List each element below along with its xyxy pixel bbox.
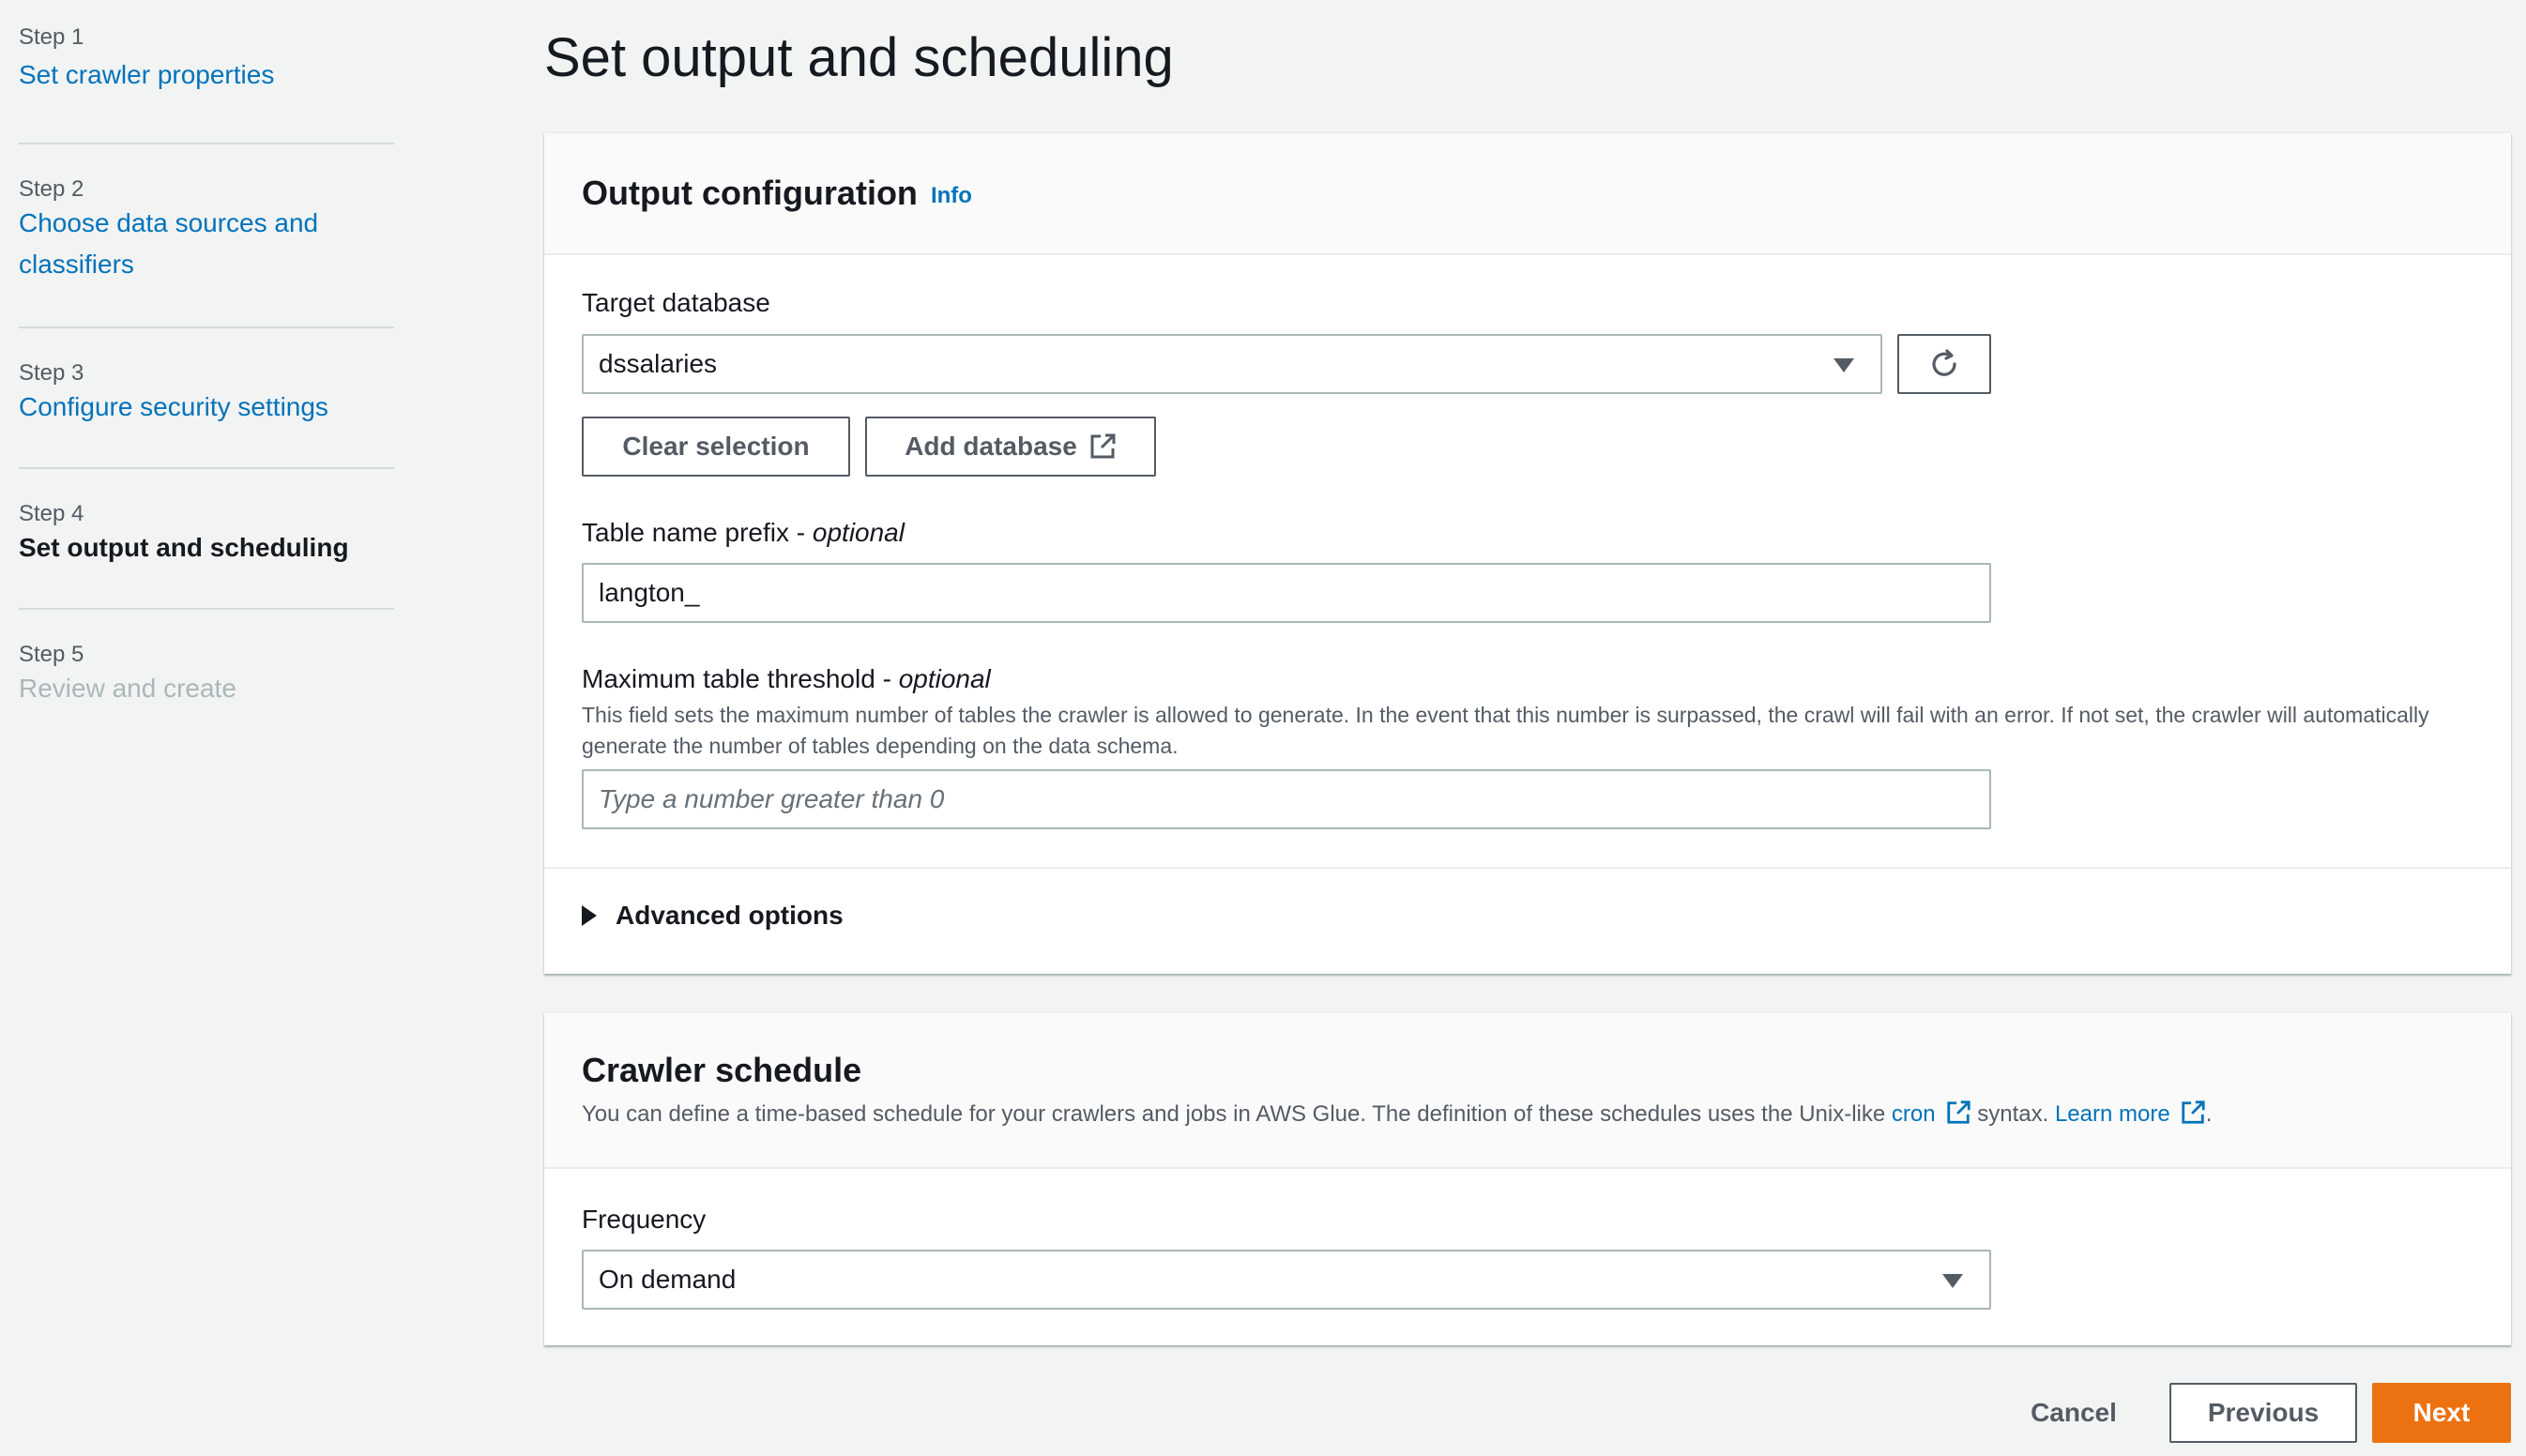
step-4: Step 4 Set output and scheduling (19, 469, 394, 608)
step-number: Step 2 (19, 176, 84, 202)
schedule-description: You can define a time-based schedule for… (582, 1100, 2473, 1128)
wizard-steps-nav: Step 1 Set crawler properties Step 2 Cho… (19, 24, 394, 749)
caret-down-icon (1942, 1274, 1963, 1288)
crawler-schedule-panel: Crawler schedule You can define a time-b… (544, 1013, 2511, 1345)
clear-selection-label: Clear selection (622, 432, 810, 461)
add-database-label: Add database (905, 432, 1077, 461)
external-link-icon (1090, 433, 1116, 459)
divider (544, 867, 2511, 869)
step-link-data-sources[interactable]: Choose data sources and classifiers (19, 203, 357, 285)
description-text: . (2205, 1101, 2213, 1127)
learn-more-text: Learn more (2054, 1101, 2170, 1127)
previous-button[interactable]: Previous (2169, 1383, 2357, 1443)
step-2: Step 2 Choose data sources and classifie… (19, 144, 394, 326)
page-title: Set output and scheduling (544, 27, 1174, 88)
max-threshold-placeholder: Type a number greater than 0 (599, 784, 945, 813)
previous-label: Previous (2207, 1398, 2320, 1427)
step-number: Step 5 (19, 642, 84, 667)
max-threshold-label: Maximum table threshold - optional (582, 664, 991, 694)
target-database-value: dssalaries (599, 349, 718, 378)
step-link-crawler-properties[interactable]: Set crawler properties (19, 54, 394, 96)
step-3: Step 3 Configure security settings (19, 328, 394, 467)
add-database-button[interactable]: Add database (865, 417, 1156, 477)
frequency-select[interactable]: On demand (582, 1250, 1991, 1310)
table-prefix-input[interactable]: langton_ (582, 563, 1991, 623)
step-5: Step 5 Review and create (19, 610, 394, 749)
step-number: Step 1 (19, 24, 84, 50)
learn-more-link[interactable]: Learn more (2054, 1100, 2206, 1127)
output-configuration-panel: Output configuration Info Target databas… (544, 133, 2511, 974)
clear-selection-button[interactable]: Clear selection (582, 417, 850, 477)
panel-title: Crawler schedule (582, 1051, 862, 1089)
optional-tag: optional (812, 518, 905, 547)
step-current-output-scheduling: Set output and scheduling (19, 533, 349, 562)
next-button[interactable]: Next (2372, 1383, 2511, 1443)
advanced-options-label: Advanced options (616, 901, 844, 930)
external-link-icon (2182, 1100, 2205, 1124)
refresh-button[interactable] (1897, 334, 1991, 394)
cancel-button[interactable]: Cancel (2008, 1383, 2139, 1443)
optional-tag: optional (898, 664, 991, 693)
frequency-label: Frequency (582, 1205, 707, 1234)
cron-link[interactable]: cron (1891, 1100, 1971, 1127)
info-link[interactable]: Info (931, 183, 972, 209)
cancel-label: Cancel (2031, 1398, 2117, 1427)
table-prefix-value: langton_ (599, 578, 700, 607)
table-prefix-label: Table name prefix - optional (582, 518, 905, 548)
step-1: Step 1 Set crawler properties (19, 24, 394, 137)
max-threshold-input[interactable]: Type a number greater than 0 (582, 769, 1991, 829)
panel-title: Output configuration (582, 174, 918, 212)
caret-down-icon (1834, 358, 1854, 372)
description-text: You can define a time-based schedule for… (582, 1101, 1892, 1127)
panel-header: Crawler schedule You can define a time-b… (544, 1013, 2511, 1169)
description-text: syntax. (1971, 1101, 2055, 1127)
table-prefix-label-text: Table name prefix - (582, 518, 813, 547)
step-review-create: Review and create (19, 674, 236, 703)
external-link-icon (1946, 1100, 1971, 1124)
step-link-security-settings[interactable]: Configure security settings (19, 387, 394, 428)
refresh-icon (1932, 349, 1956, 376)
caret-right-icon (582, 905, 597, 926)
step-number: Step 3 (19, 360, 84, 386)
panel-header: Output configuration Info (544, 133, 2511, 255)
max-threshold-description: This field sets the maximum number of ta… (582, 703, 2429, 758)
cron-link-text: cron (1891, 1101, 1936, 1127)
frequency-value: On demand (599, 1265, 737, 1294)
step-number: Step 4 (19, 501, 84, 526)
target-database-label: Target database (582, 288, 770, 317)
max-threshold-label-text: Maximum table threshold - (582, 664, 899, 693)
advanced-options-toggle[interactable]: Advanced options (582, 901, 844, 931)
target-database-select[interactable]: dssalaries (582, 334, 1882, 394)
next-label: Next (2412, 1398, 2471, 1427)
